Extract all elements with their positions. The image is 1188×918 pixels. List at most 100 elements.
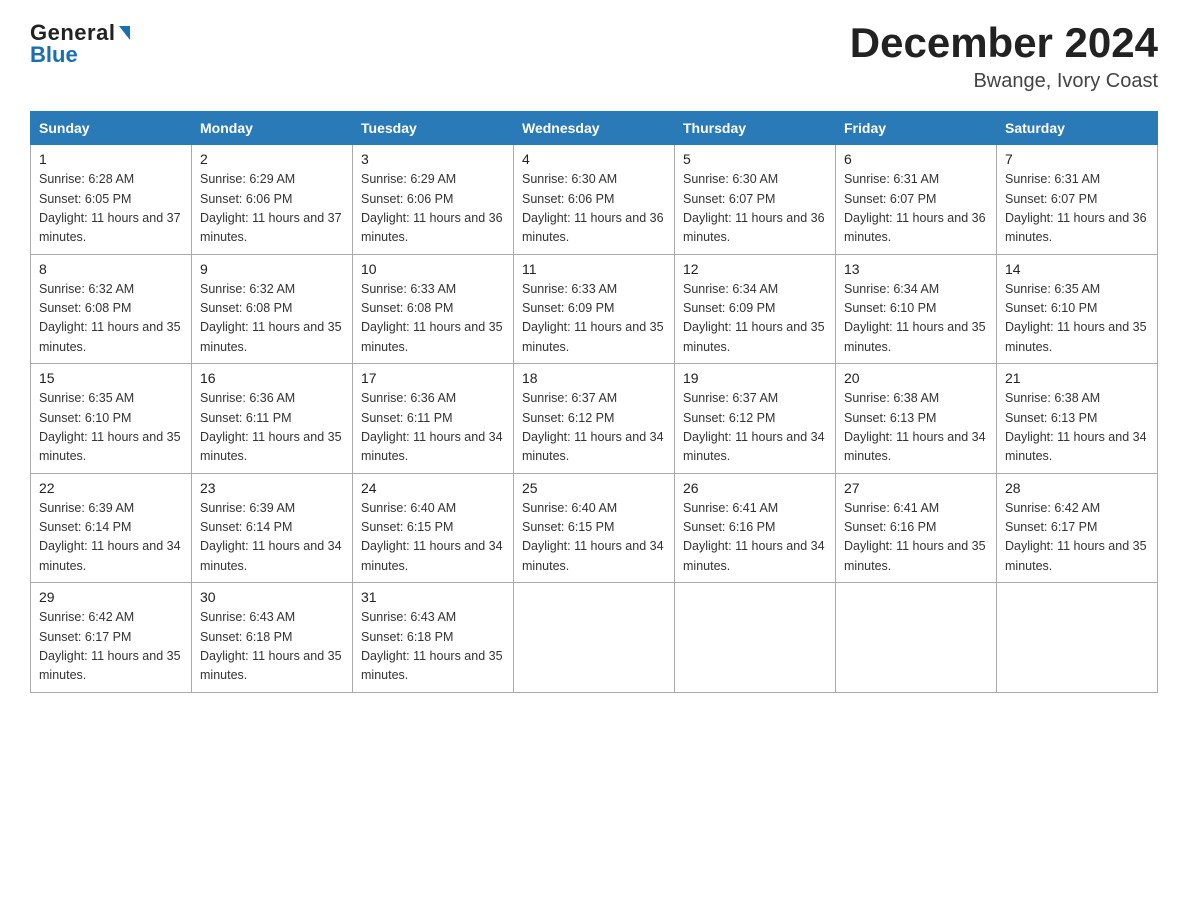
calendar-cell	[997, 583, 1158, 693]
calendar-cell: 5 Sunrise: 6:30 AMSunset: 6:07 PMDaylight…	[675, 145, 836, 255]
calendar-cell: 23 Sunrise: 6:39 AMSunset: 6:14 PMDayligh…	[192, 473, 353, 583]
day-number: 13	[844, 261, 988, 277]
day-number: 10	[361, 261, 505, 277]
day-number: 21	[1005, 370, 1149, 386]
title-block: December 2024 Bwange, Ivory Coast	[850, 20, 1158, 93]
calendar-cell: 4 Sunrise: 6:30 AMSunset: 6:06 PMDaylight…	[514, 145, 675, 255]
day-info: Sunrise: 6:43 AMSunset: 6:18 PMDaylight:…	[361, 608, 505, 686]
calendar-cell: 12Sunrise: 6:34 AMSunset: 6:09 PMDayligh…	[675, 254, 836, 364]
day-number: 27	[844, 480, 988, 496]
calendar-week-row: 29 Sunrise: 6:42 AMSunset: 6:17 PMDayligh…	[31, 583, 1158, 693]
day-info: Sunrise: 6:35 AMSunset: 6:10 PMDaylight:…	[39, 389, 183, 467]
calendar-title: December 2024	[850, 20, 1158, 66]
day-info: Sunrise: 6:39 AMSunset: 6:14 PMDaylight:…	[200, 499, 344, 577]
day-info: Sunrise: 6:28 AMSunset: 6:05 PMDaylight:…	[39, 170, 183, 248]
col-header-sunday: Sunday	[31, 112, 192, 145]
day-info: Sunrise: 6:35 AMSunset: 6:10 PMDaylight:…	[1005, 280, 1149, 358]
day-number: 11	[522, 261, 666, 277]
calendar-cell: 2 Sunrise: 6:29 AMSunset: 6:06 PMDaylight…	[192, 145, 353, 255]
calendar-cell: 21 Sunrise: 6:38 AMSunset: 6:13 PMDayligh…	[997, 364, 1158, 474]
calendar-cell: 14 Sunrise: 6:35 AMSunset: 6:10 PMDayligh…	[997, 254, 1158, 364]
day-number: 6	[844, 151, 988, 167]
calendar-cell: 7Sunrise: 6:31 AMSunset: 6:07 PMDaylight…	[997, 145, 1158, 255]
day-info: Sunrise: 6:41 AMSunset: 6:16 PMDaylight:…	[844, 499, 988, 577]
col-header-thursday: Thursday	[675, 112, 836, 145]
day-info: Sunrise: 6:39 AMSunset: 6:14 PMDaylight:…	[39, 499, 183, 577]
day-info: Sunrise: 6:29 AMSunset: 6:06 PMDaylight:…	[200, 170, 344, 248]
day-number: 23	[200, 480, 344, 496]
day-info: Sunrise: 6:32 AMSunset: 6:08 PMDaylight:…	[39, 280, 183, 358]
day-info: Sunrise: 6:32 AMSunset: 6:08 PMDaylight:…	[200, 280, 344, 358]
calendar-cell: 31 Sunrise: 6:43 AMSunset: 6:18 PMDayligh…	[353, 583, 514, 693]
day-info: Sunrise: 6:43 AMSunset: 6:18 PMDaylight:…	[200, 608, 344, 686]
day-number: 14	[1005, 261, 1149, 277]
day-number: 15	[39, 370, 183, 386]
day-info: Sunrise: 6:38 AMSunset: 6:13 PMDaylight:…	[1005, 389, 1149, 467]
calendar-cell: 1 Sunrise: 6:28 AMSunset: 6:05 PMDaylight…	[31, 145, 192, 255]
day-number: 3	[361, 151, 505, 167]
calendar-week-row: 1 Sunrise: 6:28 AMSunset: 6:05 PMDaylight…	[31, 145, 1158, 255]
day-number: 9	[200, 261, 344, 277]
day-number: 17	[361, 370, 505, 386]
calendar-table: SundayMondayTuesdayWednesdayThursdayFrid…	[30, 111, 1158, 693]
calendar-cell: 8 Sunrise: 6:32 AMSunset: 6:08 PMDaylight…	[31, 254, 192, 364]
calendar-cell: 25 Sunrise: 6:40 AMSunset: 6:15 PMDayligh…	[514, 473, 675, 583]
day-info: Sunrise: 6:33 AMSunset: 6:08 PMDaylight:…	[361, 280, 505, 358]
day-number: 4	[522, 151, 666, 167]
calendar-cell: 22 Sunrise: 6:39 AMSunset: 6:14 PMDayligh…	[31, 473, 192, 583]
calendar-cell: 10 Sunrise: 6:33 AMSunset: 6:08 PMDayligh…	[353, 254, 514, 364]
day-info: Sunrise: 6:34 AMSunset: 6:10 PMDaylight:…	[844, 280, 988, 358]
calendar-cell	[836, 583, 997, 693]
calendar-week-row: 22 Sunrise: 6:39 AMSunset: 6:14 PMDayligh…	[31, 473, 1158, 583]
day-number: 18	[522, 370, 666, 386]
calendar-cell	[514, 583, 675, 693]
day-number: 30	[200, 589, 344, 605]
day-info: Sunrise: 6:31 AMSunset: 6:07 PMDaylight:…	[1005, 170, 1149, 248]
calendar-cell: 19Sunrise: 6:37 AMSunset: 6:12 PMDayligh…	[675, 364, 836, 474]
day-number: 1	[39, 151, 183, 167]
day-info: Sunrise: 6:29 AMSunset: 6:06 PMDaylight:…	[361, 170, 505, 248]
calendar-cell: 6 Sunrise: 6:31 AMSunset: 6:07 PMDaylight…	[836, 145, 997, 255]
day-number: 25	[522, 480, 666, 496]
col-header-saturday: Saturday	[997, 112, 1158, 145]
day-number: 26	[683, 480, 827, 496]
day-info: Sunrise: 6:42 AMSunset: 6:17 PMDaylight:…	[1005, 499, 1149, 577]
calendar-cell: 11 Sunrise: 6:33 AMSunset: 6:09 PMDayligh…	[514, 254, 675, 364]
day-number: 28	[1005, 480, 1149, 496]
day-info: Sunrise: 6:37 AMSunset: 6:12 PMDaylight:…	[522, 389, 666, 467]
calendar-header-row: SundayMondayTuesdayWednesdayThursdayFrid…	[31, 112, 1158, 145]
day-info: Sunrise: 6:31 AMSunset: 6:07 PMDaylight:…	[844, 170, 988, 248]
day-info: Sunrise: 6:33 AMSunset: 6:09 PMDaylight:…	[522, 280, 666, 358]
day-number: 31	[361, 589, 505, 605]
day-info: Sunrise: 6:40 AMSunset: 6:15 PMDaylight:…	[361, 499, 505, 577]
calendar-cell: 30 Sunrise: 6:43 AMSunset: 6:18 PMDayligh…	[192, 583, 353, 693]
day-number: 19	[683, 370, 827, 386]
day-number: 5	[683, 151, 827, 167]
day-info: Sunrise: 6:40 AMSunset: 6:15 PMDaylight:…	[522, 499, 666, 577]
calendar-cell	[675, 583, 836, 693]
location-subtitle: Bwange, Ivory Coast	[850, 70, 1158, 93]
day-number: 8	[39, 261, 183, 277]
calendar-cell: 24Sunrise: 6:40 AMSunset: 6:15 PMDayligh…	[353, 473, 514, 583]
day-info: Sunrise: 6:30 AMSunset: 6:07 PMDaylight:…	[683, 170, 827, 248]
calendar-cell: 18 Sunrise: 6:37 AMSunset: 6:12 PMDayligh…	[514, 364, 675, 474]
day-info: Sunrise: 6:30 AMSunset: 6:06 PMDaylight:…	[522, 170, 666, 248]
calendar-week-row: 8 Sunrise: 6:32 AMSunset: 6:08 PMDaylight…	[31, 254, 1158, 364]
day-info: Sunrise: 6:34 AMSunset: 6:09 PMDaylight:…	[683, 280, 827, 358]
day-number: 22	[39, 480, 183, 496]
day-number: 2	[200, 151, 344, 167]
day-info: Sunrise: 6:42 AMSunset: 6:17 PMDaylight:…	[39, 608, 183, 686]
day-info: Sunrise: 6:36 AMSunset: 6:11 PMDaylight:…	[361, 389, 505, 467]
calendar-cell: 17 Sunrise: 6:36 AMSunset: 6:11 PMDayligh…	[353, 364, 514, 474]
day-number: 29	[39, 589, 183, 605]
calendar-cell: 26 Sunrise: 6:41 AMSunset: 6:16 PMDayligh…	[675, 473, 836, 583]
page-header: General Blue December 2024 Bwange, Ivory…	[30, 20, 1158, 93]
day-info: Sunrise: 6:38 AMSunset: 6:13 PMDaylight:…	[844, 389, 988, 467]
col-header-wednesday: Wednesday	[514, 112, 675, 145]
day-number: 16	[200, 370, 344, 386]
logo-arrow-icon	[119, 26, 130, 40]
day-info: Sunrise: 6:36 AMSunset: 6:11 PMDaylight:…	[200, 389, 344, 467]
day-info: Sunrise: 6:41 AMSunset: 6:16 PMDaylight:…	[683, 499, 827, 577]
col-header-monday: Monday	[192, 112, 353, 145]
calendar-cell: 27 Sunrise: 6:41 AMSunset: 6:16 PMDayligh…	[836, 473, 997, 583]
